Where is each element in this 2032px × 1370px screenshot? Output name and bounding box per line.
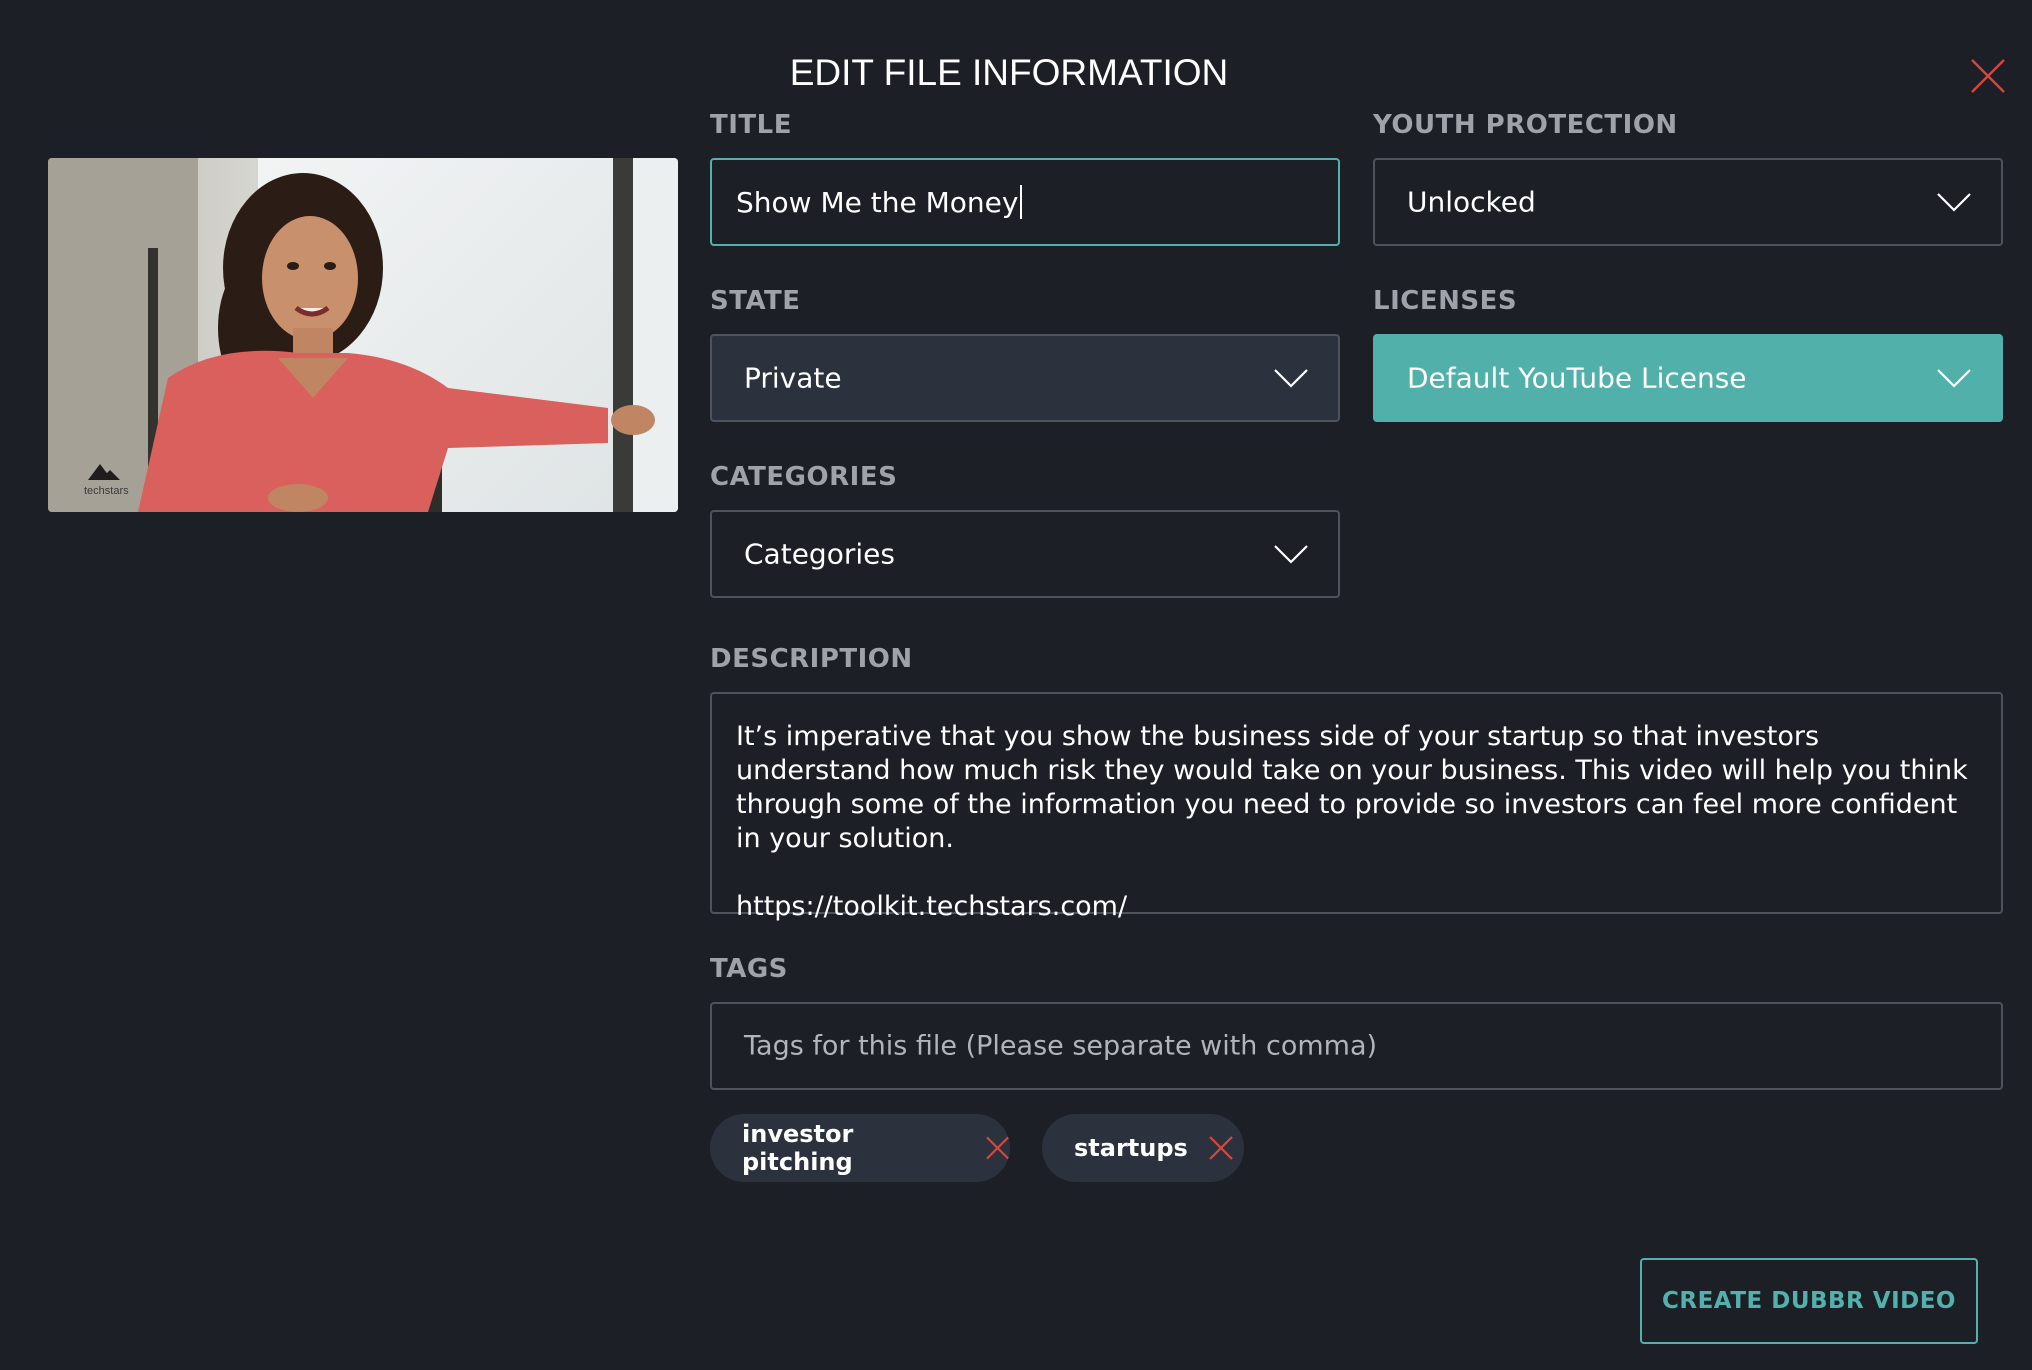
tags-placeholder: Tags for this file (Please separate with… [744, 1030, 1378, 1062]
close-icon[interactable] [1970, 58, 2006, 94]
tags-input[interactable]: Tags for this file (Please separate with… [710, 1002, 2003, 1090]
licenses-value: Default YouTube License [1407, 361, 1747, 395]
tags-label: TAGS [710, 954, 788, 984]
title-input-value-wrap: Show Me the Money [736, 185, 1023, 219]
chevron-down-icon [1274, 369, 1308, 388]
thumbnail-watermark-text: techstars [84, 485, 129, 497]
tag-chip: investor pitching [710, 1114, 1010, 1182]
youth-protection-value: Unlocked [1407, 185, 1536, 219]
video-thumbnail: techstars [48, 158, 678, 512]
create-dubbr-video-button[interactable]: CREATE DUBBR VIDEO [1640, 1258, 1978, 1344]
chevron-down-icon [1274, 545, 1308, 564]
licenses-label: LICENSES [1373, 286, 1518, 316]
description-label: DESCRIPTION [710, 644, 913, 674]
categories-select[interactable]: Categories [710, 510, 1340, 598]
title-label: TITLE [710, 110, 792, 140]
tag-label: startups [1074, 1134, 1188, 1162]
youth-protection-select[interactable]: Unlocked [1373, 158, 2003, 246]
remove-tag-icon[interactable] [1208, 1135, 1234, 1161]
state-value: Private [744, 361, 842, 395]
chevron-down-icon [1937, 193, 1971, 212]
categories-value: Categories [744, 537, 895, 571]
description-textarea[interactable]: It’s imperative that you show the busine… [710, 692, 2003, 922]
chevron-down-icon [1937, 369, 1971, 388]
youth-protection-label: YOUTH PROTECTION [1373, 110, 1678, 140]
state-label: STATE [710, 286, 801, 316]
tag-label: investor pitching [742, 1120, 854, 1176]
tag-chip: startups [1042, 1114, 1244, 1182]
text-caret [1020, 185, 1023, 219]
remove-tag-icon[interactable] [985, 1135, 1010, 1161]
description-value: It’s imperative that you show the busine… [736, 721, 1968, 922]
title-input-value: Show Me the Money [736, 185, 1019, 219]
modal-title: EDIT FILE INFORMATION [789, 52, 1229, 93]
state-select[interactable]: Private [710, 334, 1340, 422]
categories-label: CATEGORIES [710, 462, 898, 492]
licenses-select[interactable]: Default YouTube License [1373, 334, 2003, 422]
title-input[interactable]: Show Me the Money [710, 158, 1340, 246]
